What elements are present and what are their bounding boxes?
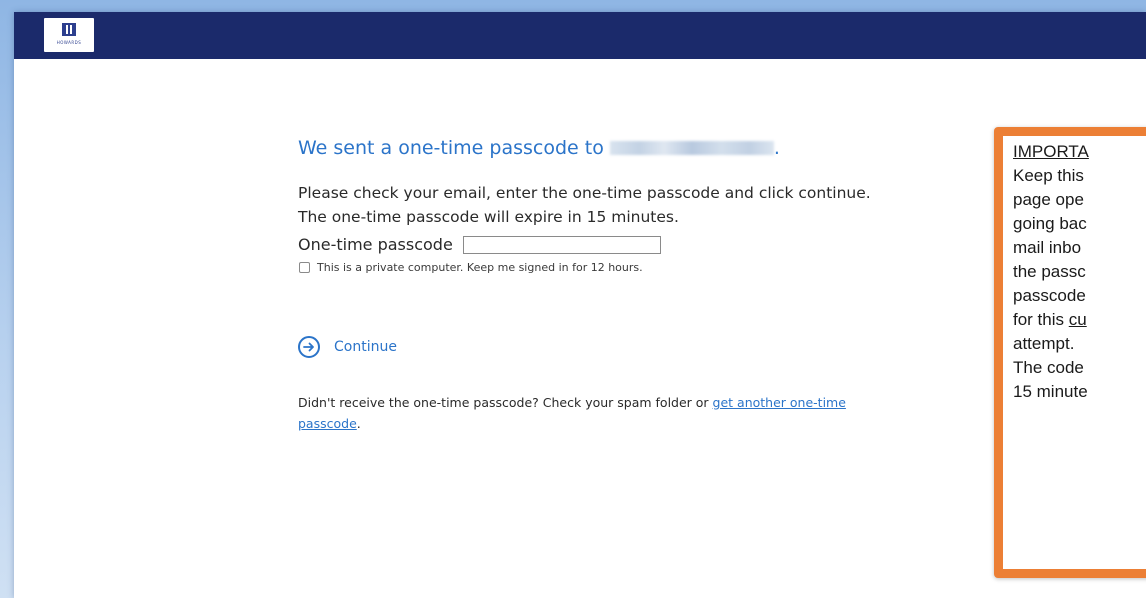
resend-suffix: . xyxy=(356,416,361,431)
callout-line-5: the passc xyxy=(1013,262,1086,281)
remember-me-label[interactable]: This is a private computer. Keep me sign… xyxy=(317,261,643,274)
continue-label[interactable]: Continue xyxy=(334,339,397,355)
callout-line-2: page ope xyxy=(1013,190,1084,209)
callout-line-10: 15 minute xyxy=(1013,382,1088,401)
title-period: . xyxy=(773,137,780,159)
instruction-line-1: Please check your email, enter the one-t… xyxy=(298,184,871,202)
logo-text: HOWARDS xyxy=(56,40,82,45)
otp-input[interactable] xyxy=(462,235,661,254)
callout-line-4: mail inbo xyxy=(1013,238,1082,257)
instructions: Please check your email, enter the one-t… xyxy=(298,181,998,229)
instruction-line-2: The one-time passcode will expire in 15 … xyxy=(298,208,679,226)
otp-label: One-time passcode xyxy=(298,235,453,254)
company-logo: HOWARDS xyxy=(44,18,94,52)
arrow-right-circle-icon[interactable] xyxy=(298,336,320,358)
otp-row: One-time passcode xyxy=(298,235,998,254)
resend-link-part-2[interactable]: passcode xyxy=(298,416,357,431)
callout-line-8: attempt. xyxy=(1013,334,1075,353)
resend-help: Didn't receive the one-time passcode? Ch… xyxy=(298,392,918,434)
callout-line-7: for this cu xyxy=(1013,308,1146,332)
resend-link-part-1[interactable]: get another one-time xyxy=(713,395,846,410)
page-title: We sent a one-time passcode to. xyxy=(298,137,998,159)
redacted-email xyxy=(609,141,774,155)
callout-title: IMPORTA xyxy=(1013,142,1089,161)
callout-line-7-prefix: for this xyxy=(1013,310,1069,329)
logo-mark-icon xyxy=(62,23,76,36)
important-callout: IMPORTA Keep this page ope going bac mai… xyxy=(994,127,1146,578)
callout-line-9: The code xyxy=(1013,358,1084,377)
continue-button[interactable]: Continue xyxy=(298,336,998,358)
callout-line-1: Keep this xyxy=(1013,166,1084,185)
title-text: We sent a one-time passcode to xyxy=(298,137,604,159)
callout-line-3: going bac xyxy=(1013,214,1087,233)
remember-me-checkbox[interactable] xyxy=(299,262,310,273)
resend-text: Didn't receive the one-time passcode? Ch… xyxy=(298,395,713,410)
top-banner: HOWARDS xyxy=(14,12,1146,59)
browser-window: HOWARDS We sent a one-time passcode to. … xyxy=(14,12,1146,598)
callout-line-7-underlined: cu xyxy=(1068,310,1087,329)
passcode-form: We sent a one-time passcode to. Please c… xyxy=(298,137,998,434)
callout-line-6: passcode xyxy=(1013,286,1086,305)
remember-me-row[interactable]: This is a private computer. Keep me sign… xyxy=(298,261,998,274)
